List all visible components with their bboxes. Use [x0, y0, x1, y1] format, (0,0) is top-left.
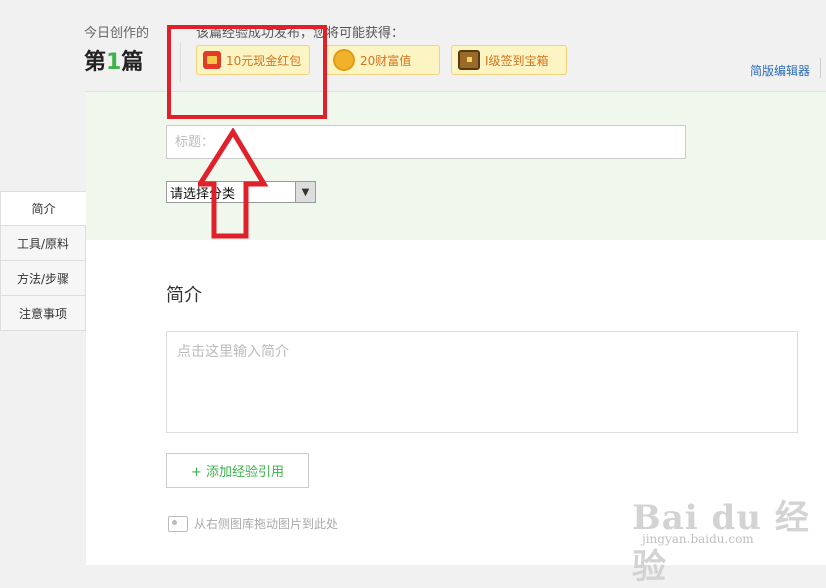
watermark-domain: jingyan.baidu.com — [642, 532, 754, 546]
add-reference-button[interactable]: + 添加经验引用 — [166, 453, 309, 488]
count-prefix: 第 — [84, 50, 107, 75]
nav-item-notes[interactable]: 注意事项 — [0, 296, 86, 331]
drag-image-tip-text: 从右侧图库拖动图片到此处 — [194, 517, 339, 531]
intro-textarea[interactable]: 点击这里输入简介 — [166, 331, 798, 433]
intro-heading: 简介 — [166, 285, 202, 306]
nav-item-steps[interactable]: 方法/步骤 — [0, 261, 86, 296]
header-right-divider — [820, 58, 821, 78]
reward-chest: I级签到宝箱 — [451, 45, 567, 75]
annotation-up-arrow — [198, 128, 268, 239]
count-number: 1 — [106, 50, 122, 75]
drag-image-tip: 从右侧图库拖动图片到此处 — [168, 515, 338, 532]
baidu-watermark: Bai du 经验 jingyan.baidu.com — [632, 490, 826, 588]
nav-item-intro[interactable]: 简介 — [0, 191, 86, 226]
article-count: 第1篇 — [84, 44, 143, 76]
reward-wealth: 20财富值 — [326, 45, 440, 75]
intro-placeholder: 点击这里输入简介 — [177, 344, 289, 360]
count-suffix: 篇 — [121, 50, 144, 75]
nav-item-tools[interactable]: 工具/原料 — [0, 226, 86, 261]
annotation-highlight-box — [167, 25, 327, 119]
nav-item-label: 方法/步骤 — [16, 271, 70, 286]
reward-chest-label: I级签到宝箱 — [485, 53, 549, 68]
reward-wealth-label: 20财富值 — [360, 53, 412, 68]
nav-item-label: 注意事项 — [18, 306, 67, 321]
coin-icon — [333, 49, 355, 71]
nav-item-label: 简介 — [31, 202, 56, 216]
chevron-down-icon[interactable]: ▼ — [295, 182, 315, 202]
treasure-chest-icon — [458, 50, 480, 70]
simple-editor-link[interactable]: 简版编辑器 — [750, 62, 810, 79]
section-nav: 简介 工具/原料 方法/步骤 注意事项 — [0, 191, 86, 331]
today-created-label: 今日创作的 — [84, 26, 150, 41]
nav-item-label: 工具/原料 — [16, 236, 70, 251]
image-icon — [168, 515, 188, 532]
